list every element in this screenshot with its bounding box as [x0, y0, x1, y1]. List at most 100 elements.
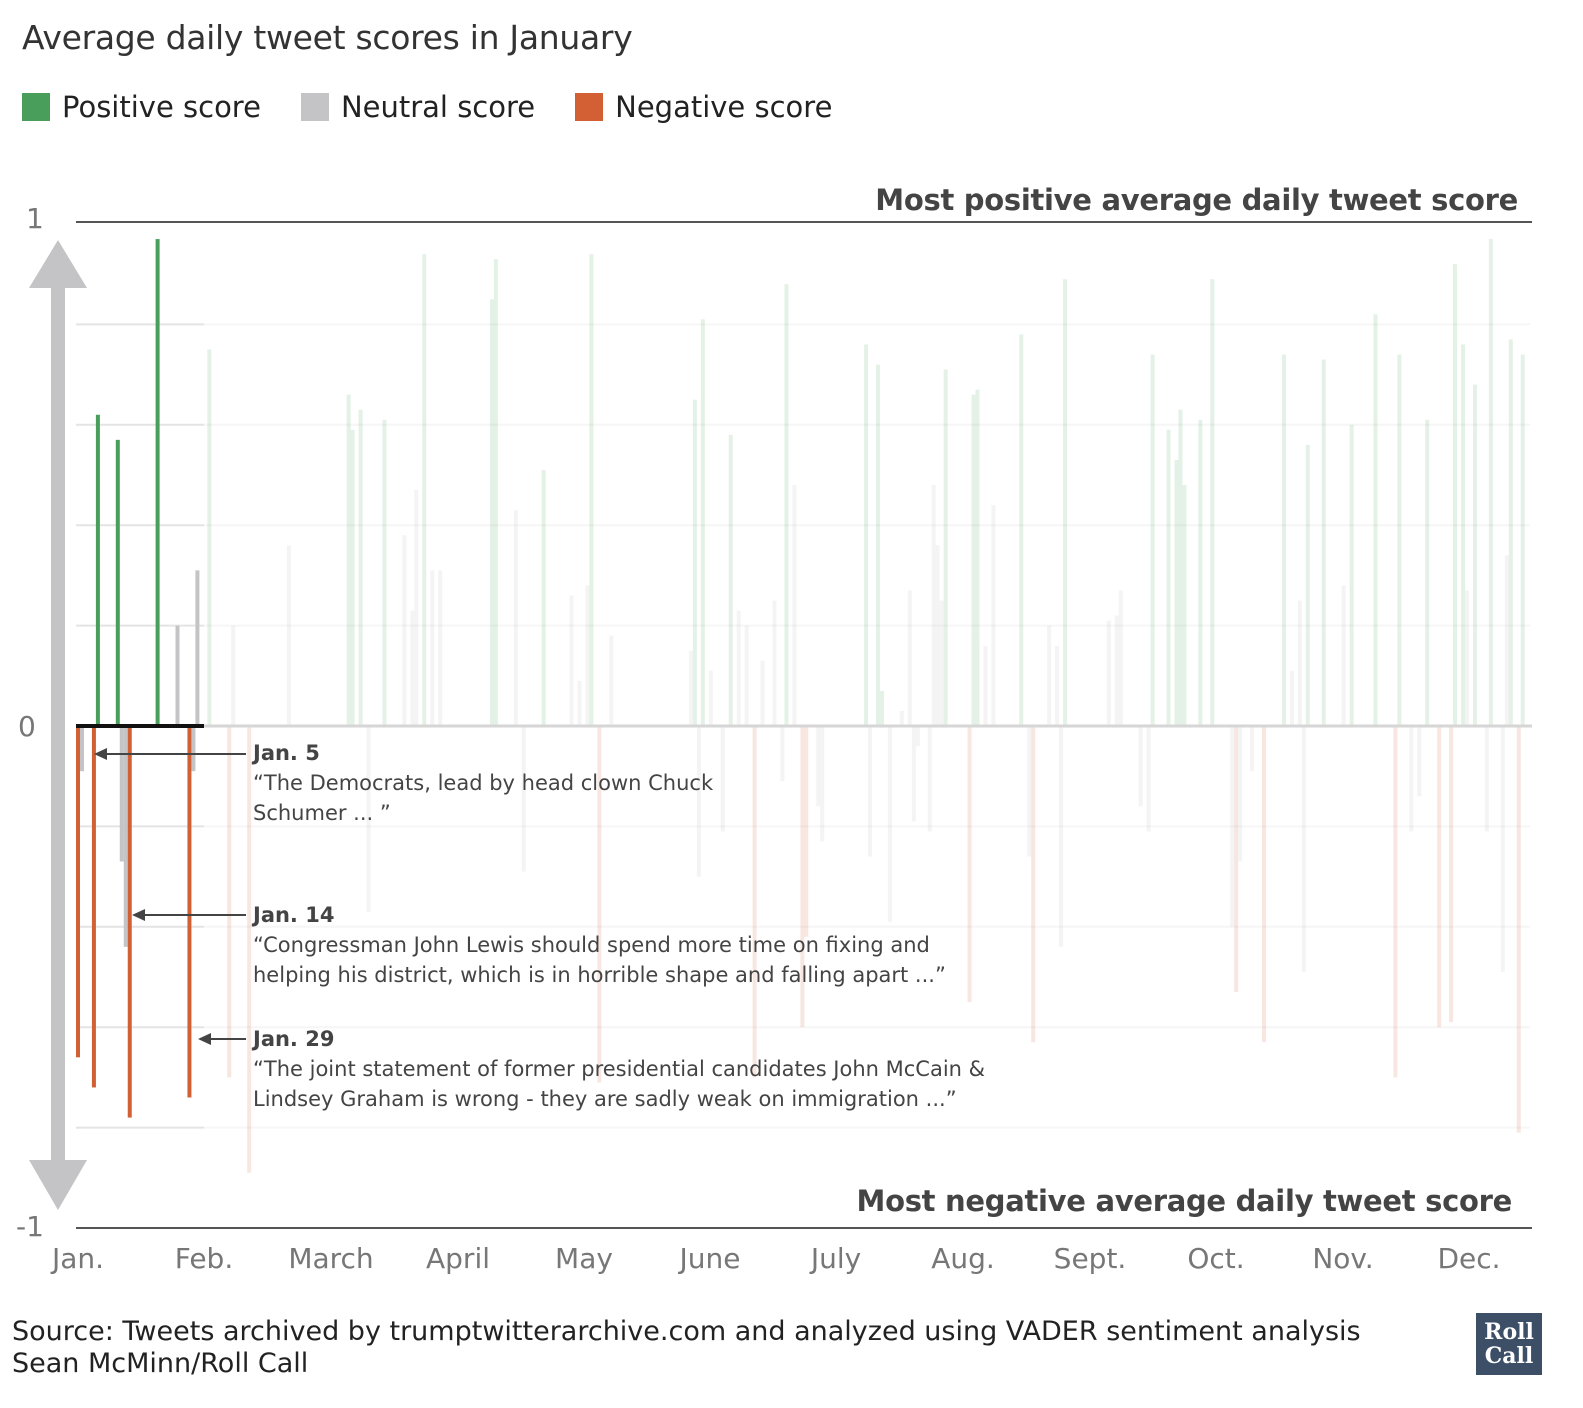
bar-neutral-07-29	[907, 590, 912, 726]
bar-positive-03-19	[382, 419, 387, 726]
bar-neutral-06-18	[744, 625, 749, 726]
x-tick-label: Jan.	[51, 1242, 105, 1275]
source-text: Source: Tweets archived by trumptwittera…	[12, 1316, 1361, 1347]
bar-positive-11-23	[1373, 314, 1378, 726]
bar-neutral-08-05	[935, 545, 940, 726]
annotation-jan-5: Jan. 5 “The Democrats, lead by head clow…	[253, 738, 733, 828]
bar-neutral-03-27	[414, 490, 419, 726]
annotation-quote: “Congressman John Lewis should spend mor…	[253, 933, 946, 987]
bar-neutral-07-30	[911, 726, 916, 822]
bar-positive-01-11	[115, 439, 120, 726]
bar-neutral-02-23	[286, 545, 291, 726]
bar-neutral-09-20	[1118, 590, 1123, 726]
bar-positive-10-13	[1210, 279, 1215, 726]
bar-negative-12-12	[1449, 726, 1454, 1023]
bar-neutral-09-17	[1106, 620, 1111, 726]
bar-neutral-07-31	[915, 726, 920, 747]
bar-positive-07-22	[879, 690, 884, 726]
bar-neutral-06-16	[736, 610, 741, 726]
bar-neutral-03-26	[410, 610, 415, 726]
bar-positive-09-28	[1150, 354, 1155, 726]
bar-neutral-11-04	[1297, 600, 1302, 726]
bar-positive-04-16	[493, 259, 498, 726]
arrowhead-icon	[132, 909, 145, 921]
bar-neutral-08-17	[983, 645, 988, 726]
bar-neutral-01-02	[79, 726, 84, 772]
bar-positive-08-14	[971, 394, 976, 726]
bar-neutral-01-12	[119, 726, 124, 862]
y-tick-label: -1	[16, 1210, 44, 1243]
bar-positive-01-06	[95, 414, 100, 726]
bar-neutral-07-19	[868, 726, 873, 857]
bar-neutral-07-07	[820, 726, 825, 842]
bar-neutral-12-26	[1504, 555, 1509, 726]
bar-positive-06-05	[692, 399, 697, 726]
bar-positive-10-04	[1174, 459, 1179, 726]
bar-positive-12-27	[1508, 339, 1513, 726]
bar-positive-06-28	[784, 284, 789, 726]
bar-neutral-12-02	[1409, 726, 1414, 832]
bar-neutral-06-04	[688, 650, 693, 726]
annotation-arrows	[94, 748, 246, 1045]
bar-neutral-10-23	[1250, 726, 1255, 772]
bar-neutral-09-27	[1146, 726, 1151, 832]
bar-neutral-05-15	[609, 635, 614, 726]
bar-neutral-05-07	[577, 680, 582, 726]
annotation-date: Jan. 29	[253, 1027, 335, 1051]
bar-positive-12-13	[1453, 264, 1458, 726]
bar-positive-06-14	[728, 434, 733, 726]
bar-neutral-10-20	[1238, 726, 1243, 862]
bar-negative-02-08	[227, 726, 232, 1078]
annotation-quote: “The joint statement of former president…	[253, 1057, 986, 1111]
bar-positive-03-11	[350, 429, 355, 726]
arrowhead-icon	[198, 1033, 211, 1045]
bar-negative-08-13	[967, 726, 972, 1003]
y-tick-label: 0	[18, 710, 36, 743]
bar-neutral-09-19	[1114, 615, 1119, 726]
bar-negative-01-14	[127, 726, 132, 1118]
bar-positive-09-06	[1063, 279, 1068, 726]
bar-neutral-08-04	[931, 485, 936, 726]
bar-neutral-09-02	[1047, 625, 1052, 726]
bar-positive-04-28	[541, 469, 546, 726]
source-note: Source: Tweets archived by trumptwittera…	[12, 1316, 1361, 1380]
bar-positive-08-07	[943, 369, 948, 726]
bar-neutral-06-27	[780, 726, 785, 782]
bar-neutral-01-31	[195, 570, 200, 726]
roll-call-logo: Roll Call	[1476, 1313, 1542, 1375]
bar-neutral-12-16	[1465, 590, 1470, 726]
bar-positive-10-06	[1182, 485, 1187, 726]
bar-negative-10-19	[1234, 726, 1239, 993]
bar-neutral-04-21	[513, 510, 518, 726]
bar-neutral-07-27	[899, 710, 904, 726]
bar-positive-11-17	[1349, 424, 1354, 726]
bar-neutral-07-06	[816, 726, 821, 807]
bar-negative-02-13	[247, 726, 252, 1173]
bar-positive-10-10	[1198, 419, 1203, 726]
annotation-jan-14: Jan. 14 “Congressman John Lewis should s…	[253, 900, 953, 990]
bar-neutral-07-24	[887, 726, 892, 922]
bar-neutral-06-30	[792, 485, 797, 726]
bar-neutral-09-05	[1059, 726, 1064, 947]
bar-negative-10-26	[1262, 726, 1267, 1043]
bar-positive-02-03	[207, 349, 212, 726]
x-tick-label: Oct.	[1187, 1242, 1245, 1275]
bar-neutral-08-06	[939, 600, 944, 726]
bar-positive-07-21	[875, 364, 880, 726]
bar-positive-11-06	[1305, 444, 1310, 726]
bar-neutral-12-21	[1484, 726, 1489, 832]
x-tick-label: Dec.	[1437, 1242, 1501, 1275]
bar-positive-01-21	[155, 239, 160, 726]
bar-negative-08-29	[1031, 726, 1036, 1043]
bar-neutral-11-05	[1301, 726, 1306, 972]
bar-positive-11-10	[1321, 359, 1326, 726]
bar-neutral-06-09	[708, 670, 713, 726]
bar-negative-01-29	[187, 726, 192, 1098]
annotation-date: Jan. 5	[253, 741, 320, 765]
y-tick-label: 1	[26, 202, 44, 235]
bar-negative-01-05	[91, 726, 96, 1088]
bar-neutral-08-28	[1027, 726, 1032, 857]
bar-positive-10-02	[1166, 429, 1171, 726]
bar-neutral-09-04	[1055, 645, 1060, 726]
x-tick-label: July	[810, 1242, 862, 1275]
